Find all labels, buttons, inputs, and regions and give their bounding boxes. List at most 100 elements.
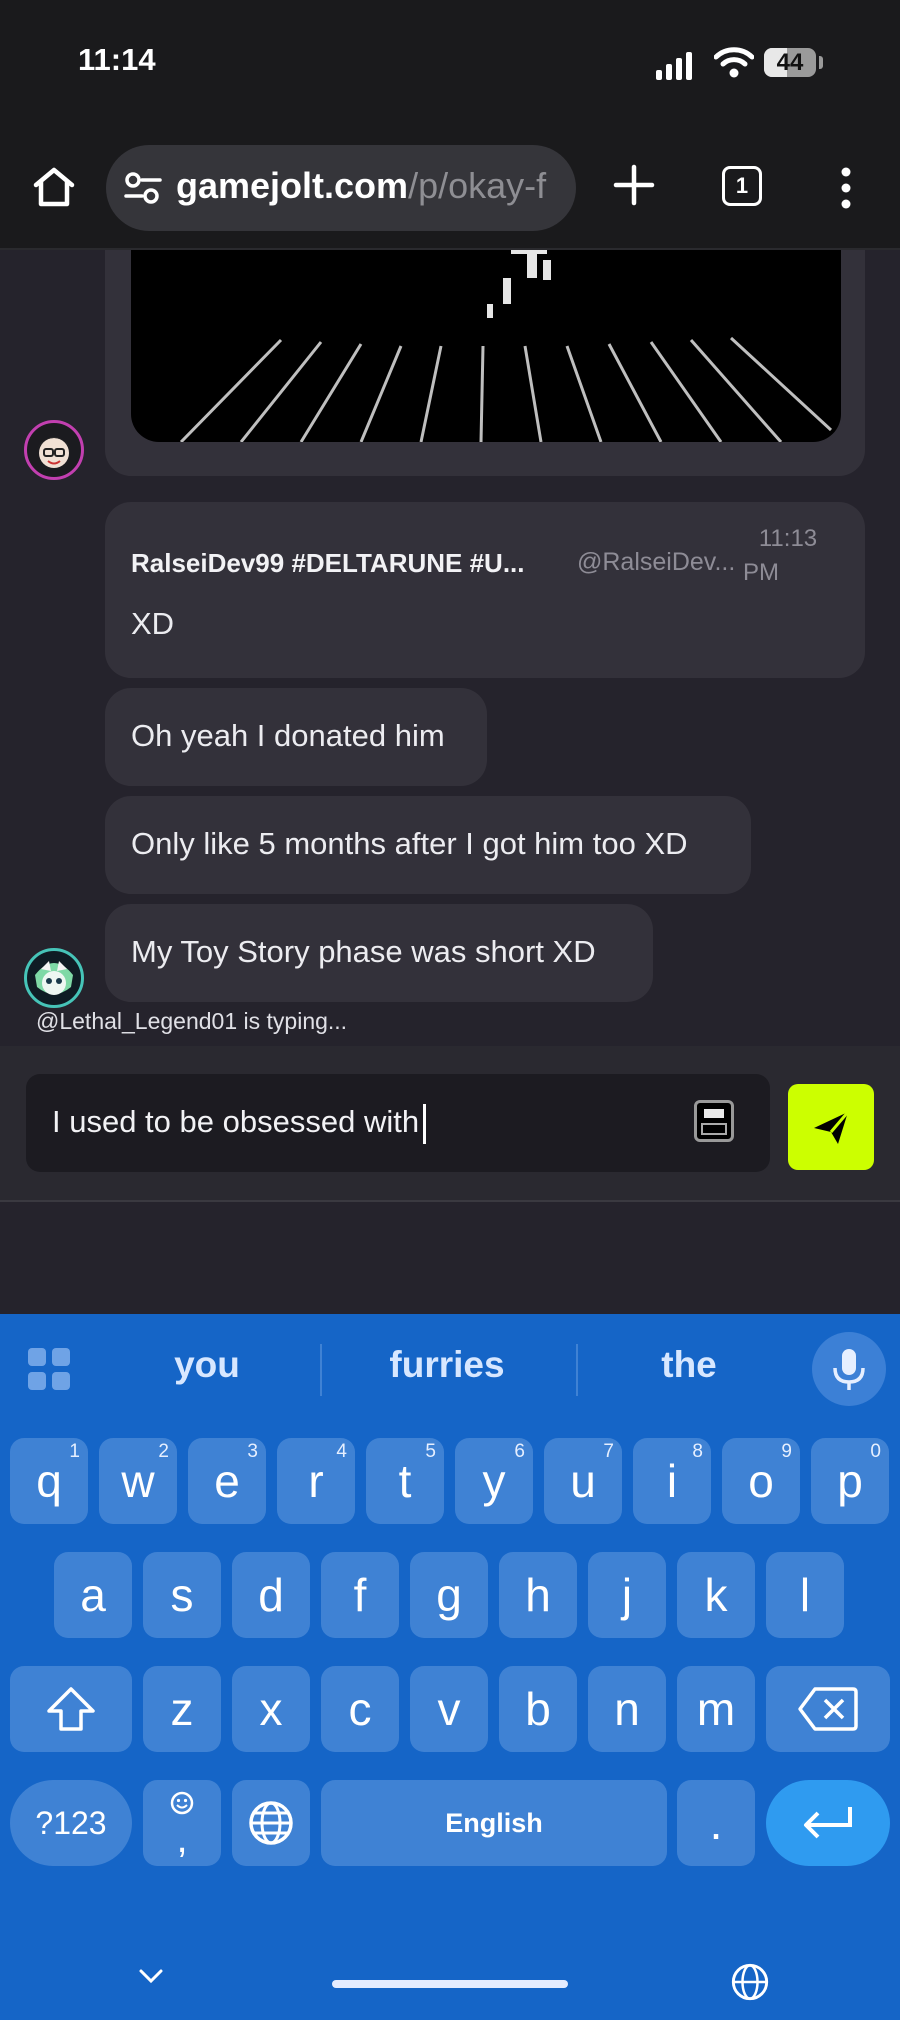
key-q[interactable]: q1 xyxy=(10,1438,88,1524)
typing-indicator: @Lethal_Legend01 is typing... xyxy=(36,1008,348,1034)
suggestion-3[interactable]: the xyxy=(574,1344,804,1386)
key-letter: w xyxy=(121,1455,155,1507)
key-c[interactable]: c xyxy=(321,1666,399,1752)
wifi-icon xyxy=(714,47,754,78)
key-x[interactable]: x xyxy=(232,1666,310,1752)
key-r[interactable]: r4 xyxy=(277,1438,355,1524)
voice-input-button[interactable] xyxy=(812,1332,886,1406)
message-author[interactable]: RalseiDev99 #DELTARUNE #U... xyxy=(131,548,525,579)
key-w[interactable]: w2 xyxy=(99,1438,177,1524)
backspace-icon xyxy=(798,1687,858,1731)
key-t[interactable]: t5 xyxy=(366,1438,444,1524)
image-content xyxy=(179,250,833,442)
key-number-hint: 0 xyxy=(870,1441,881,1462)
new-tab-icon[interactable] xyxy=(612,163,656,207)
message-bubble[interactable]: My Toy Story phase was short XD xyxy=(105,904,653,1002)
address-bar[interactable]: gamejolt.com/p/okay-f xyxy=(106,145,576,231)
key-a[interactable]: a xyxy=(54,1552,132,1638)
tab-switcher-button[interactable]: 1 xyxy=(722,166,762,206)
key-number-hint: 7 xyxy=(603,1441,614,1462)
key-v[interactable]: v xyxy=(410,1666,488,1752)
key-j[interactable]: j xyxy=(588,1552,666,1638)
language-key[interactable] xyxy=(232,1780,310,1866)
message-input-text[interactable]: I used to be obsessed with xyxy=(52,1104,427,1144)
suggestion-1[interactable]: you xyxy=(92,1344,322,1386)
key-s[interactable]: s xyxy=(143,1552,221,1638)
image-preview[interactable] xyxy=(131,250,841,442)
message-bubble[interactable]: Only like 5 months after I got him too X… xyxy=(105,796,751,894)
key-number-hint: 1 xyxy=(69,1441,80,1462)
battery-tip xyxy=(819,56,823,69)
home-icon[interactable] xyxy=(30,163,78,211)
avatar[interactable] xyxy=(24,948,84,1008)
key-o[interactable]: o9 xyxy=(722,1438,800,1524)
key-number-hint: 4 xyxy=(336,1441,347,1462)
more-menu-icon[interactable] xyxy=(836,164,856,212)
key-i[interactable]: i8 xyxy=(633,1438,711,1524)
key-number-hint: 9 xyxy=(781,1441,792,1462)
avatar-image xyxy=(35,961,73,995)
key-letter: u xyxy=(570,1455,596,1507)
emoji-comma-key[interactable]: , xyxy=(143,1780,221,1866)
timestamp-ampm: PM xyxy=(743,559,779,586)
keyboard-icon[interactable] xyxy=(694,1100,734,1142)
enter-icon xyxy=(804,1807,852,1839)
symbols-key[interactable]: ?123 xyxy=(10,1780,132,1866)
period-key[interactable]: . xyxy=(677,1780,755,1866)
avatar-image xyxy=(37,437,71,468)
suggestion-2[interactable]: furries xyxy=(332,1344,562,1386)
key-number-hint: 5 xyxy=(425,1441,436,1462)
page-background xyxy=(0,1202,900,1314)
message-bubble[interactable]: RalseiDev99 #DELTARUNE #U... @RalseiDev.… xyxy=(105,502,865,678)
message-text: XD xyxy=(131,606,175,641)
key-m[interactable]: m xyxy=(677,1666,755,1752)
key-letter: e xyxy=(214,1455,240,1507)
key-letter: i xyxy=(666,1455,678,1507)
key-l[interactable]: l xyxy=(766,1552,844,1638)
key-n[interactable]: n xyxy=(588,1666,666,1752)
comma-label: , xyxy=(176,1817,188,1861)
cell-signal-icon xyxy=(656,52,692,80)
avatar[interactable] xyxy=(24,420,84,480)
key-f[interactable]: f xyxy=(321,1552,399,1638)
key-number-hint: 2 xyxy=(158,1441,169,1462)
apps-grid-icon[interactable] xyxy=(28,1348,70,1390)
battery-percent: 44 xyxy=(776,49,804,76)
hide-keyboard-icon[interactable] xyxy=(138,1966,164,1986)
timestamp-time: 11:13 xyxy=(758,525,818,552)
message-timestamp: 11:13 PM xyxy=(743,522,833,590)
backspace-key[interactable] xyxy=(766,1666,890,1752)
key-letter: p xyxy=(837,1455,863,1507)
shift-key[interactable] xyxy=(10,1666,132,1752)
key-y[interactable]: y6 xyxy=(455,1438,533,1524)
space-key[interactable]: English xyxy=(321,1780,667,1866)
key-e[interactable]: e3 xyxy=(188,1438,266,1524)
key-p[interactable]: p0 xyxy=(811,1438,889,1524)
key-b[interactable]: b xyxy=(499,1666,577,1752)
key-d[interactable]: d xyxy=(232,1552,310,1638)
globe-icon[interactable] xyxy=(730,1962,770,2002)
message-handle[interactable]: @RalseiDev... xyxy=(577,548,735,577)
url-domain: gamejolt.com xyxy=(176,165,409,206)
key-letter: o xyxy=(748,1455,774,1507)
site-settings-icon[interactable] xyxy=(124,171,162,205)
battery-icon: 44 xyxy=(764,48,816,77)
key-z[interactable]: z xyxy=(143,1666,221,1752)
key-h[interactable]: h xyxy=(499,1552,577,1638)
home-indicator[interactable] xyxy=(332,1980,568,1988)
send-icon xyxy=(814,1111,850,1144)
message-input[interactable]: I used to be obsessed with xyxy=(26,1074,770,1172)
key-number-hint: 6 xyxy=(514,1441,525,1462)
key-k[interactable]: k xyxy=(677,1552,755,1638)
key-g[interactable]: g xyxy=(410,1552,488,1638)
send-button[interactable] xyxy=(788,1084,874,1170)
enter-key[interactable] xyxy=(766,1780,890,1866)
message-text: Oh yeah I donated him xyxy=(131,718,445,753)
globe-icon xyxy=(249,1801,293,1845)
on-screen-keyboard: you furries the q1 w2 e3 r4 t5 y6 u7 i8 … xyxy=(0,1314,900,2020)
message-input-value: I used to be obsessed with xyxy=(52,1104,420,1140)
url-text[interactable]: gamejolt.com/p/okay-f xyxy=(176,165,546,207)
message-bubble[interactable]: Oh yeah I donated him xyxy=(105,688,487,786)
chat-messages[interactable]: RalseiDev99 #DELTARUNE #U... @RalseiDev.… xyxy=(0,250,900,1046)
key-u[interactable]: u7 xyxy=(544,1438,622,1524)
